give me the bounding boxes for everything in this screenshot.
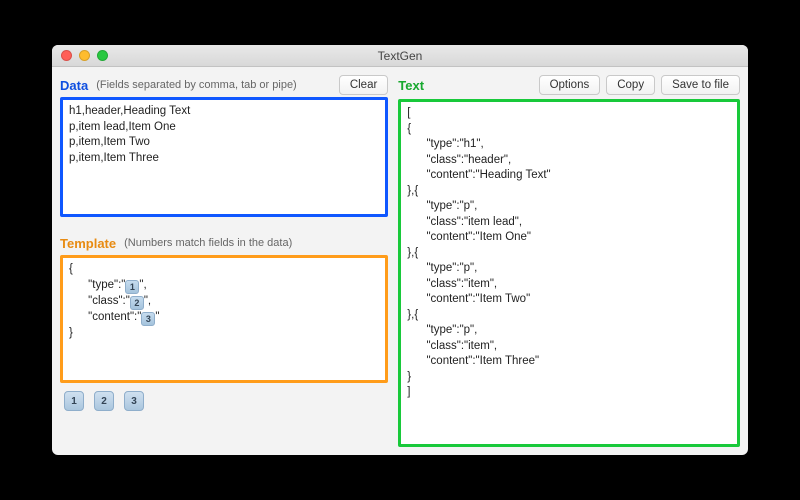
- data-header: Data (Fields separated by comma, tab or …: [60, 73, 388, 97]
- insert-field-2-button[interactable]: 2: [94, 391, 114, 411]
- content-area: Data (Fields separated by comma, tab or …: [52, 67, 748, 455]
- data-label: Data: [60, 78, 88, 93]
- template-label: Template: [60, 236, 116, 251]
- traffic-lights: [52, 50, 108, 61]
- field-chip-1-icon: 1: [125, 280, 139, 294]
- template-textarea[interactable]: { "type":"1", "class":"2", "content":"3"…: [60, 255, 388, 383]
- close-icon[interactable]: [61, 50, 72, 61]
- text-header: Text Options Copy Save to file: [398, 73, 740, 97]
- right-column: Text Options Copy Save to file [ { "type…: [398, 73, 740, 447]
- text-actions: Options Copy Save to file: [539, 75, 740, 96]
- data-hint: (Fields separated by comma, tab or pipe): [96, 79, 297, 91]
- text-label: Text: [398, 78, 424, 93]
- insert-field-1-button[interactable]: 1: [64, 391, 84, 411]
- window-title: TextGen: [52, 49, 748, 63]
- data-textarea[interactable]: h1,header,Heading Text p,item lead,Item …: [60, 97, 388, 217]
- field-number-bar: 1 2 3: [60, 383, 388, 413]
- save-to-file-button[interactable]: Save to file: [661, 75, 740, 96]
- template-header: Template (Numbers match fields in the da…: [60, 231, 388, 255]
- field-chip-2-icon: 2: [130, 296, 144, 310]
- field-chip-3-icon: 3: [141, 312, 155, 326]
- copy-button[interactable]: Copy: [606, 75, 655, 96]
- app-window: TextGen Data (Fields separated by comma,…: [52, 45, 748, 455]
- minimize-icon[interactable]: [79, 50, 90, 61]
- insert-field-3-button[interactable]: 3: [124, 391, 144, 411]
- zoom-icon[interactable]: [97, 50, 108, 61]
- clear-button[interactable]: Clear: [339, 75, 388, 96]
- left-column: Data (Fields separated by comma, tab or …: [60, 73, 388, 447]
- template-hint: (Numbers match fields in the data): [124, 237, 292, 249]
- options-button[interactable]: Options: [539, 75, 601, 96]
- text-output[interactable]: [ { "type":"h1", "class":"header", "cont…: [398, 99, 740, 447]
- titlebar: TextGen: [52, 45, 748, 67]
